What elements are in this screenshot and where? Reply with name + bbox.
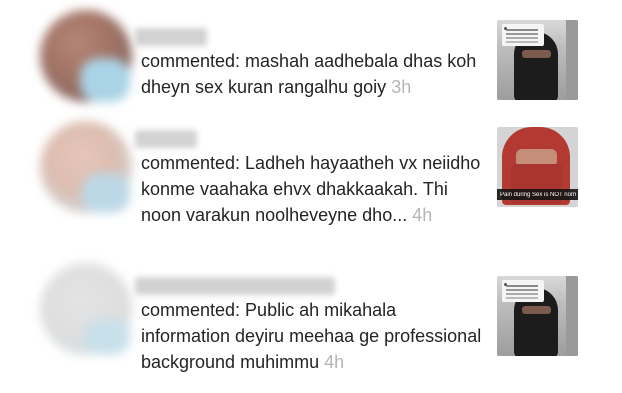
comment-text: commented: mashah aadhebala dhas koh dhe… [141,48,486,100]
video-thumbnail[interactable] [497,276,578,356]
notification-feed: commented: mashah aadhebala dhas koh dhe… [0,0,622,393]
avatar[interactable] [40,10,132,102]
thumbnail-door [566,20,578,100]
timestamp: 4h [324,352,345,372]
thumbnail-caption: Pain during Sex is NOT normal [500,192,576,198]
avatar[interactable] [40,121,132,213]
video-thumbnail[interactable] [497,20,578,100]
thumbnail-text-card [502,24,544,46]
thumbnail-figure-eyes [522,50,551,58]
comment-action: commented: [141,153,246,173]
thumbnail-text-card [502,280,544,302]
comment-action: commented: [141,300,246,320]
thumbnail-figure-eyes [522,306,551,314]
avatar[interactable] [40,263,132,355]
video-thumbnail[interactable]: Pain during Sex is NOT normal [497,127,578,207]
comment-action: commented: [141,51,246,71]
username-redacted[interactable] [135,28,207,46]
username-redacted[interactable] [135,277,335,295]
comment-text: commented: Ladheh hayaatheh vx neiidho k… [141,150,486,228]
timestamp: 4h [412,205,433,225]
username-redacted[interactable] [135,130,197,148]
comment-text: commented: Public ah mikahala informatio… [141,297,486,375]
thumbnail-door [566,276,578,356]
timestamp: 3h [391,77,412,97]
